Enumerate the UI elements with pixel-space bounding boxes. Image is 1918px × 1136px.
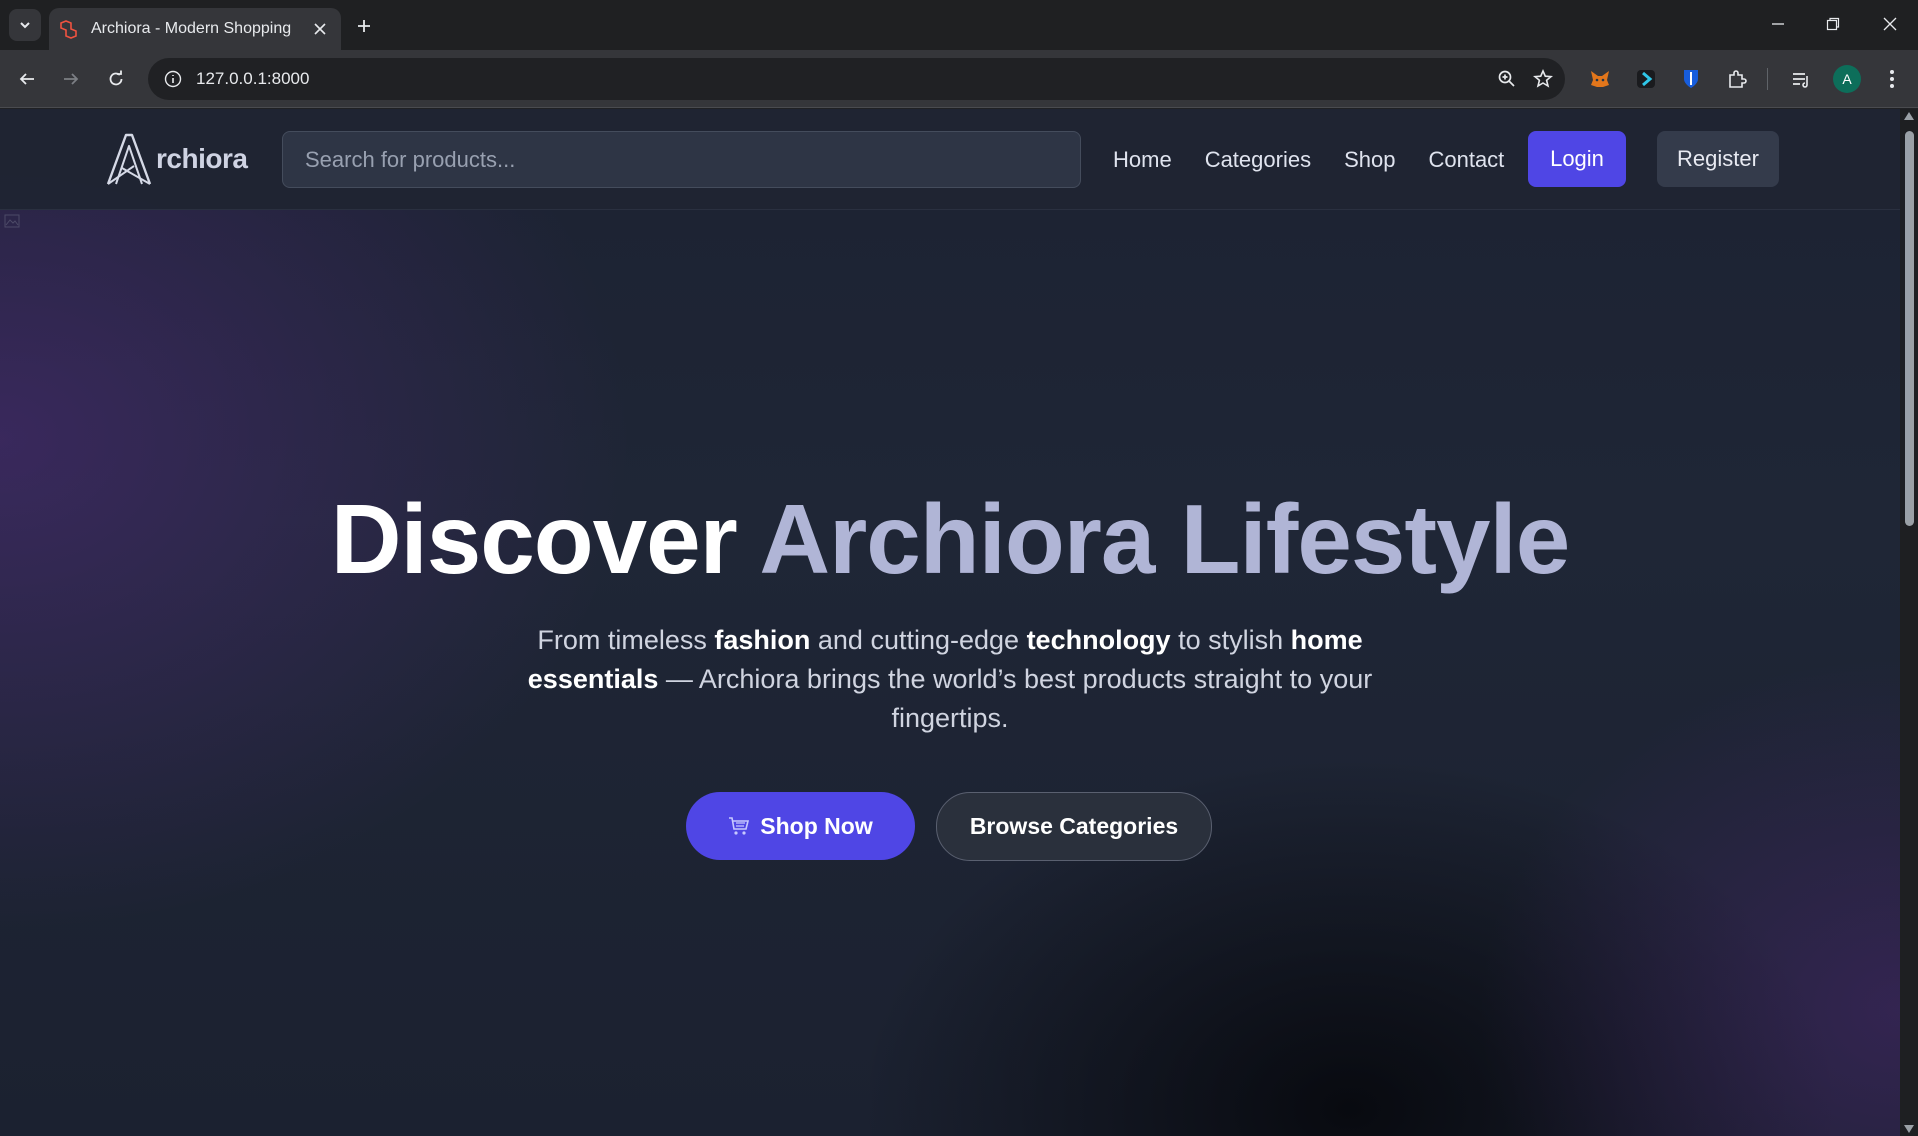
bitwarden-extension-icon[interactable] [1676, 64, 1706, 94]
tab-search-button[interactable] [9, 9, 41, 41]
minimize-button[interactable] [1758, 8, 1798, 40]
hero-title-part2: Archiora Lifestyle [759, 484, 1570, 594]
scroll-up-arrow-icon[interactable] [1904, 112, 1914, 120]
shopping-cart-icon [729, 817, 750, 835]
bookmark-star-icon[interactable] [1533, 69, 1553, 89]
extensions-puzzle-icon[interactable] [1722, 64, 1752, 94]
url-text: 127.0.0.1:8000 [196, 69, 310, 88]
site-logo[interactable]: rchiora [104, 131, 248, 187]
restore-button[interactable] [1813, 8, 1853, 40]
browser-tabstrip: Archiora - Modern Shopping [0, 0, 1918, 50]
site-header: rchiora Home Categories Shop Contact Log… [0, 109, 1900, 210]
logo-text: rchiora [156, 143, 248, 174]
nav-shop[interactable]: Shop [1344, 147, 1395, 173]
reading-list-icon[interactable] [1786, 64, 1816, 94]
browser-tab-active[interactable]: Archiora - Modern Shopping [49, 8, 341, 50]
main-nav: Home Categories Shop Contact [1113, 131, 1504, 188]
arrow-right-icon [64, 73, 79, 85]
plus-icon [358, 20, 370, 32]
subtitle-text: — Archiora brings the world’s best produ… [658, 664, 1373, 733]
restore-icon [1826, 17, 1840, 31]
tab-title: Archiora - Modern Shopping [91, 20, 292, 37]
nav-categories[interactable]: Categories [1205, 147, 1311, 173]
shop-now-label: Shop Now [760, 812, 873, 839]
nav-contact[interactable]: Contact [1428, 147, 1504, 173]
minimize-icon [1772, 23, 1784, 25]
address-bar[interactable]: 127.0.0.1:8000 [148, 58, 1565, 100]
scroll-down-arrow-icon[interactable] [1904, 1125, 1914, 1133]
close-icon [1883, 17, 1897, 31]
subtitle-text: and cutting-edge [810, 625, 1027, 655]
broken-image-icon [4, 214, 20, 228]
subtitle-bold-technology: technology [1026, 625, 1171, 655]
reload-icon [109, 70, 123, 86]
hero-subtitle: From timeless fashion and cutting-edge t… [515, 621, 1385, 738]
metamask-extension-icon[interactable] [1585, 64, 1615, 94]
chevron-down-icon [20, 22, 30, 29]
search-input[interactable] [282, 131, 1081, 188]
archiora-logo-icon [106, 133, 152, 185]
subtitle-text: to stylish [1170, 625, 1291, 655]
toolbar-divider [1767, 68, 1768, 90]
reload-button[interactable] [99, 62, 133, 96]
subtitle-text: From timeless [537, 625, 715, 655]
register-button[interactable]: Register [1657, 131, 1779, 187]
zoom-icon[interactable] [1497, 69, 1517, 89]
hero-title: Discover Archiora Lifestyle [0, 484, 1900, 594]
hero-title-part1: Discover [330, 484, 738, 594]
new-tab-button[interactable] [350, 12, 378, 40]
browse-categories-button[interactable]: Browse Categories [936, 792, 1212, 861]
more-menu-icon[interactable] [1877, 64, 1907, 94]
laravel-favicon-icon [59, 19, 79, 39]
extension-arrow-icon[interactable] [1631, 64, 1661, 94]
subtitle-bold-fashion: fashion [714, 625, 811, 655]
back-button[interactable] [10, 62, 44, 96]
nav-home[interactable]: Home [1113, 147, 1172, 173]
close-tab-icon[interactable] [309, 18, 331, 40]
page-viewport: rchiora Home Categories Shop Contact Log… [0, 109, 1900, 1136]
shop-now-button[interactable]: Shop Now [686, 792, 915, 860]
close-window-button[interactable] [1870, 8, 1910, 40]
scroll-thumb[interactable] [1905, 131, 1914, 526]
site-info-icon[interactable] [160, 66, 186, 92]
login-button[interactable]: Login [1528, 131, 1626, 187]
profile-avatar[interactable]: A [1833, 65, 1861, 93]
forward-button[interactable] [54, 62, 88, 96]
arrow-left-icon [19, 73, 34, 85]
page-scrollbar[interactable] [1900, 109, 1918, 1136]
